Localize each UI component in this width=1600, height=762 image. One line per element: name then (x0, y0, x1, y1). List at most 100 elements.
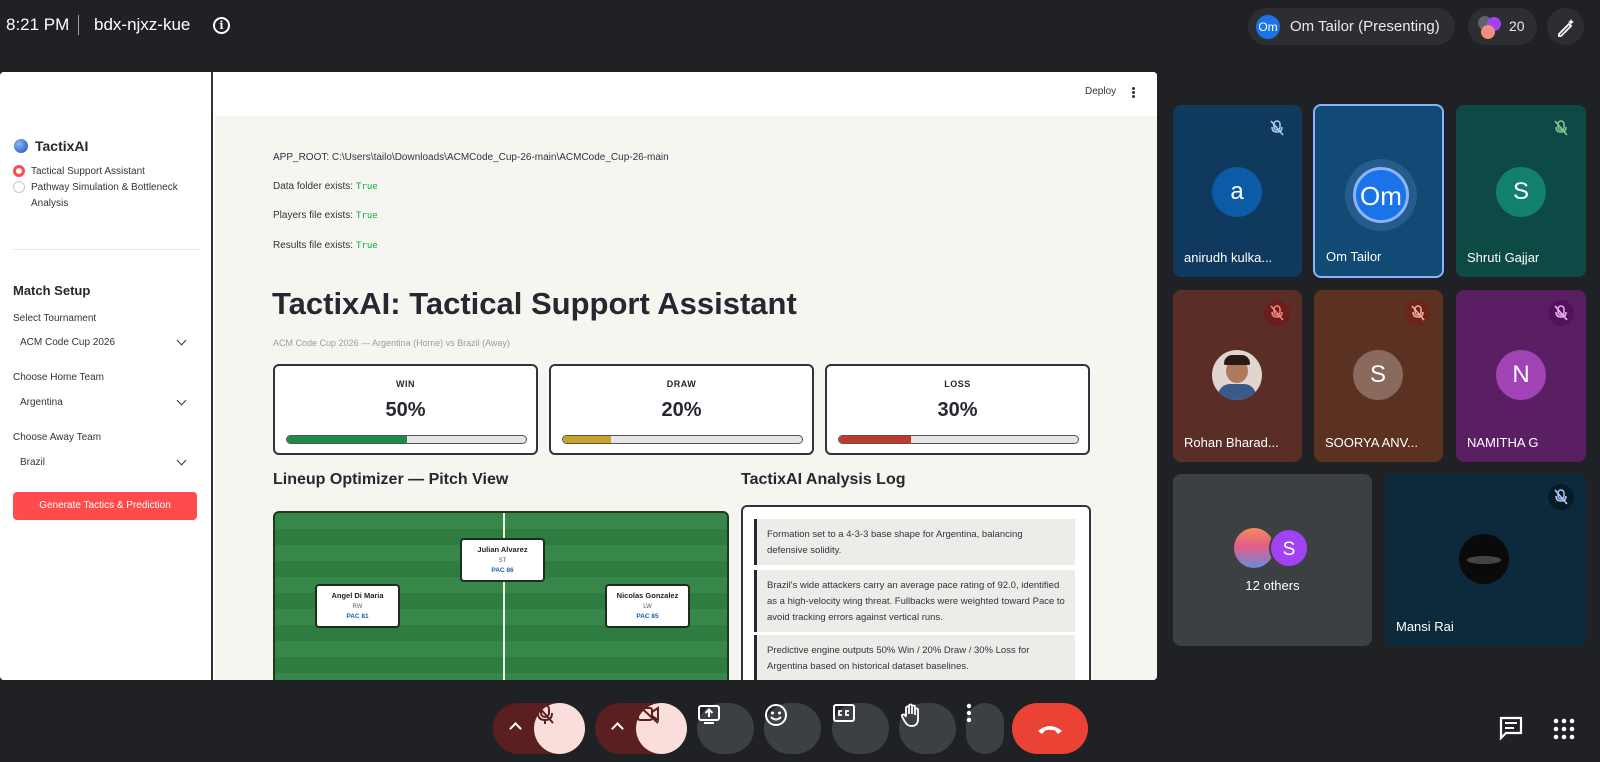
raise-hand-button[interactable] (899, 703, 956, 754)
log-heading: TactixAI Analysis Log (741, 471, 906, 488)
pitch-heading: Lineup Optimizer — Pitch View (273, 471, 509, 488)
participant-tile[interactable]: S SOORYA ANV... (1314, 290, 1443, 462)
avatar: Om (1353, 167, 1409, 223)
home-team-label: Choose Home Team (13, 372, 104, 383)
progress-bar (562, 435, 803, 444)
more-options-button[interactable] (966, 703, 1004, 754)
divider (78, 15, 79, 35)
others-tile[interactable]: S 12 others (1173, 474, 1372, 646)
page-title: TactixAI: Tactical Support Assistant (272, 286, 797, 321)
video-options-chevron-icon[interactable] (611, 722, 624, 735)
participant-tile-active[interactable]: Om Om Tailor (1313, 104, 1444, 278)
nav-option-tactical[interactable]: Tactical Support Assistant (13, 164, 191, 180)
mic-off-icon (1548, 300, 1574, 326)
captions-button[interactable] (832, 703, 889, 754)
away-team-select[interactable]: Brazil (13, 449, 197, 477)
app-root-text: APP_ROOT: C:\Users\tailo\Downloads\ACMCo… (273, 152, 669, 163)
mic-toggle-button[interactable] (534, 703, 585, 754)
reactions-button[interactable] (764, 703, 821, 754)
player-card[interactable]: Angel Di Maria RW PAC 81 (315, 584, 400, 628)
participant-tile[interactable]: N NAMITHA G (1456, 290, 1586, 462)
people-button[interactable]: 20 (1468, 8, 1537, 45)
mic-off-icon (536, 704, 554, 724)
present-screen-button[interactable] (697, 703, 754, 754)
progress-fill (563, 436, 611, 443)
host-controls-button[interactable] (1547, 8, 1584, 45)
home-team-select[interactable]: Argentina (13, 389, 197, 417)
presenter-avatar: Om (1256, 15, 1280, 39)
chevron-down-icon (176, 335, 187, 346)
closed-captions-icon (833, 704, 855, 722)
tournament-value: ACM Code Cup 2026 (20, 337, 116, 348)
meeting-top-bar: 8:21 PM bdx-njxz-kue i Om Om Tailor (Pre… (0, 0, 1600, 52)
mic-off-icon (1264, 115, 1290, 141)
avatar-photo (1234, 528, 1274, 568)
deploy-button[interactable]: Deploy (1085, 86, 1116, 97)
progress-fill (287, 436, 407, 443)
brand-label: TactixAI (35, 138, 89, 154)
chat-icon (1499, 716, 1523, 741)
app-brand: TactixAI (14, 138, 88, 154)
camera-off-icon (637, 704, 659, 724)
tournament-select[interactable]: ACM Code Cup 2026 (13, 329, 197, 357)
hand-icon (900, 703, 919, 727)
home-team-value: Argentina (20, 397, 63, 408)
radio-selected-icon[interactable] (13, 165, 25, 177)
others-label: 12 others (1245, 578, 1300, 593)
chat-button[interactable] (1498, 715, 1526, 743)
status-value: True (356, 182, 378, 192)
tournament-label: Select Tournament (13, 313, 97, 324)
player-name: Nicolas Gonzalez (616, 591, 679, 600)
metric-value: 30% (937, 399, 978, 421)
player-name: Angel Di Maria (331, 591, 384, 600)
camera-control-group (595, 703, 687, 754)
metric-label: WIN (396, 379, 415, 389)
presenter-label: Om Tailor (Presenting) (1290, 18, 1440, 35)
leave-call-button[interactable] (1012, 703, 1088, 754)
participant-tile[interactable]: a anirudh kulka... (1173, 105, 1302, 277)
status-value: True (356, 211, 378, 221)
player-card[interactable]: Nicolas Gonzalez LW PAC 85 (605, 584, 690, 628)
player-card[interactable]: Julian Alvarez ST PAC 86 (460, 538, 545, 582)
match-setup-heading: Match Setup (13, 283, 91, 298)
camera-toggle-button[interactable] (636, 703, 687, 754)
participant-tile[interactable]: Rohan Bharad... (1173, 290, 1302, 462)
nav-option-pathway[interactable]: Pathway Simulation & Bottleneck Analysis (13, 180, 191, 212)
present-icon (698, 705, 720, 724)
pitch-view: Julian Alvarez ST PAC 86 Angel Di Maria … (273, 511, 729, 680)
metric-value: 50% (385, 399, 426, 421)
more-vert-icon[interactable] (1132, 87, 1135, 98)
mic-off-icon (1548, 484, 1574, 510)
participant-tile[interactable]: S Shruti Gajjar (1456, 105, 1586, 277)
apps-grid-icon (1553, 718, 1575, 740)
player-pace: PAC 81 (346, 613, 369, 620)
participant-tile[interactable]: Mansi Rai (1385, 474, 1586, 646)
presenter-chip[interactable]: Om Om Tailor (Presenting) (1248, 8, 1455, 45)
players-file-status: Players file exists: True (273, 210, 378, 221)
more-vert-icon (966, 703, 972, 723)
progress-bar (838, 435, 1079, 444)
radio-unselected-icon[interactable] (13, 181, 25, 193)
away-team-label: Choose Away Team (13, 432, 102, 443)
generate-button[interactable]: Generate Tactics & Prediction (13, 492, 197, 520)
activities-button[interactable] (1553, 718, 1575, 740)
audio-options-chevron-icon[interactable] (509, 722, 522, 735)
participant-name: Om Tailor (1326, 249, 1382, 264)
mic-off-icon (1405, 300, 1431, 326)
log-entry: Brazil's wide attackers carry an average… (754, 570, 1075, 632)
chevron-down-icon (176, 455, 187, 466)
avatar: S (1269, 528, 1309, 568)
loss-metric-card: LOSS 30% (825, 364, 1090, 455)
status-value: True (356, 241, 378, 251)
metric-value: 20% (661, 399, 702, 421)
results-file-status: Results file exists: True (273, 240, 378, 251)
progress-fill (839, 436, 911, 443)
data-folder-status: Data folder exists: True (273, 181, 378, 192)
avatar: S (1496, 167, 1546, 217)
avatar: S (1353, 350, 1403, 400)
app-main: Deploy APP_ROOT: C:\Users\tailo\Download… (215, 72, 1157, 680)
avatar (1481, 25, 1495, 39)
info-icon[interactable]: i (213, 17, 230, 34)
status-label: Players file exists: (273, 210, 354, 221)
pen-sparkle-icon (1558, 19, 1574, 37)
